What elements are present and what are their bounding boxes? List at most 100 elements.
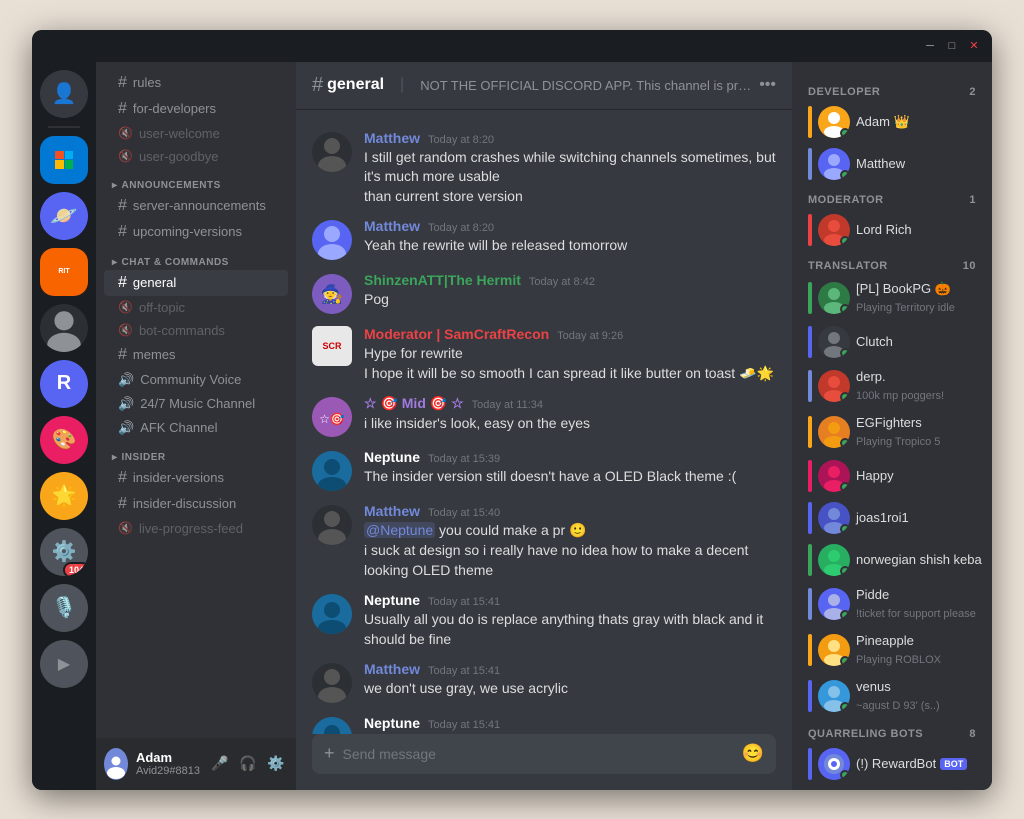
- member-item-lord-rich[interactable]: Lord Rich: [800, 210, 984, 250]
- member-status: ~agust D 93' (s..): [856, 700, 940, 712]
- channel-name-label: live-progress-feed: [139, 521, 243, 536]
- server-icon-mic[interactable]: 🎙️: [40, 584, 88, 632]
- member-item-joas1roi1[interactable]: joas1roi1: [800, 498, 984, 538]
- sidebar-footer: Adam Avid29#8813 🎤 🎧 ⚙️: [96, 738, 296, 790]
- avatar: SCR: [312, 326, 352, 366]
- footer-username: Adam: [136, 750, 200, 765]
- message-header: Neptune Today at 15:39: [364, 449, 776, 465]
- message-group: Matthew Today at 15:40 @Neptune you coul…: [296, 499, 792, 584]
- message-group: Neptune Today at 15:39 The insider versi…: [296, 445, 792, 495]
- avatar: [818, 460, 850, 492]
- footer-discriminator: Avid29#8813: [136, 765, 200, 777]
- member-item-rewardbot[interactable]: (!) RewardBot BOT: [800, 744, 984, 784]
- more-options-icon[interactable]: •••: [759, 76, 776, 94]
- message-author: Matthew: [364, 130, 420, 146]
- hash-icon: #: [312, 74, 323, 97]
- members-category-translator: Translator 10: [800, 252, 984, 276]
- rit-label: RIT: [58, 268, 69, 275]
- message-author: Matthew: [364, 661, 420, 677]
- message-header: Matthew Today at 15:41: [364, 661, 776, 677]
- member-name: Lord Rich: [856, 222, 912, 237]
- footer-user-info: Adam Avid29#8813: [136, 750, 200, 777]
- channel-live-progress-feed[interactable]: 🔇 live-progress-feed: [104, 517, 288, 540]
- channel-community-voice[interactable]: 🔊 Community Voice: [104, 368, 288, 392]
- member-item-derp[interactable]: derp. 100k mp poggers!: [800, 364, 984, 408]
- member-status: Playing ROBLOX: [856, 654, 941, 666]
- server-icon-gear[interactable]: ⚙️ 104: [40, 528, 88, 576]
- channel-off-topic[interactable]: 🔇 off-topic: [104, 296, 288, 319]
- avatar: [312, 594, 352, 634]
- server-divider: [48, 126, 80, 128]
- category-insider: ▸ INSIDER: [96, 448, 296, 465]
- server-icon-colorful[interactable]: 🎨: [40, 416, 88, 464]
- status-indicator: [840, 566, 850, 576]
- server-icon-rit[interactable]: RIT: [40, 248, 88, 296]
- member-name: Matthew: [856, 156, 905, 171]
- server-icon-windows[interactable]: [40, 136, 88, 184]
- message-group: ☆🎯 ☆ 🎯 Mid 🎯 ☆ Today at 11:34 i like ins…: [296, 391, 792, 441]
- message-timestamp: Today at 11:34: [472, 399, 543, 411]
- message-author: Matthew: [364, 503, 420, 519]
- member-name: Adam 👑: [856, 114, 910, 130]
- channel-bot-commands[interactable]: 🔇 bot-commands: [104, 319, 288, 342]
- channel-server-announcements[interactable]: # server-announcements: [104, 193, 288, 219]
- maximize-button[interactable]: □: [946, 40, 958, 52]
- server-icon-arrow[interactable]: ▶: [40, 640, 88, 688]
- attach-icon[interactable]: +: [324, 743, 335, 764]
- chat-input-bar: + 😊: [312, 734, 776, 774]
- server-icon-orbit[interactable]: 🪐: [40, 192, 88, 240]
- channel-name-label: Community Voice: [140, 372, 241, 387]
- avatar: [818, 106, 850, 138]
- deafen-button[interactable]: 🎧: [236, 752, 260, 776]
- message-text: i like insider's look, easy on the eyes: [364, 414, 776, 434]
- avatar: [818, 748, 850, 780]
- server-sidebar: 👤 🪐 RIT: [32, 62, 96, 790]
- member-name: Clutch: [856, 334, 893, 349]
- channel-for-developers[interactable]: # for-developers: [104, 96, 288, 122]
- member-item-happy[interactable]: Happy: [800, 456, 984, 496]
- channel-insider-versions[interactable]: # insider-versions: [104, 465, 288, 491]
- member-item-pineapple[interactable]: Pineapple Playing ROBLOX: [800, 628, 984, 672]
- channel-memes[interactable]: # memes: [104, 342, 288, 368]
- message-input[interactable]: [343, 734, 734, 774]
- close-button[interactable]: ✕: [968, 40, 980, 52]
- mute-button[interactable]: 🎤: [208, 752, 232, 776]
- message-group: Matthew Today at 8:20 Yeah the rewrite w…: [296, 214, 792, 264]
- channel-afk[interactable]: 🔊 AFK Channel: [104, 416, 288, 440]
- message-author: Moderator | SamCraftRecon: [364, 326, 549, 342]
- settings-button[interactable]: ⚙️: [264, 752, 288, 776]
- member-item-norwegian[interactable]: norwegian shish keba: [800, 540, 984, 580]
- app-window: ─ □ ✕ 👤 🪐: [32, 30, 992, 790]
- avatar: [818, 544, 850, 576]
- member-name-area: norwegian shish keba: [856, 551, 976, 569]
- member-item-bookpg[interactable]: [PL] BookPG 🎃 Playing Territory idle: [800, 276, 984, 320]
- member-item-pidde[interactable]: Pidde !ticket for support please: [800, 582, 984, 626]
- main-layout: 👤 🪐 RIT: [32, 62, 992, 790]
- member-item-egfighters[interactable]: EGFighters Playing Tropico 5: [800, 410, 984, 454]
- member-item-venus[interactable]: venus ~agust D 93' (s..): [800, 674, 984, 718]
- status-indicator: [840, 392, 850, 402]
- channel-rules[interactable]: # rules: [104, 70, 288, 96]
- message-content: Matthew Today at 15:41 we don't use gray…: [364, 661, 776, 703]
- server-icon-yellow[interactable]: 🌟: [40, 472, 88, 520]
- server-icon-person[interactable]: [40, 304, 88, 352]
- message-timestamp: Today at 15:41: [428, 596, 500, 608]
- member-item-clutch[interactable]: Clutch: [800, 322, 984, 362]
- user-icon[interactable]: 👤: [40, 70, 88, 118]
- channel-user-goodbye[interactable]: 🔇 user-goodbye: [104, 145, 288, 168]
- chat-input-area: + 😊: [296, 734, 792, 790]
- message-timestamp: Today at 15:41: [428, 665, 500, 677]
- channel-general[interactable]: # general: [104, 270, 288, 296]
- message-header: Matthew Today at 8:20: [364, 130, 776, 146]
- channel-music[interactable]: 🔊 24/7 Music Channel: [104, 392, 288, 416]
- channel-upcoming-versions[interactable]: # upcoming-versions: [104, 219, 288, 245]
- emoji-icon[interactable]: 😊: [742, 743, 764, 764]
- minimize-button[interactable]: ─: [924, 40, 936, 52]
- channel-insider-discussion[interactable]: # insider-discussion: [104, 491, 288, 517]
- member-name: Pineapple: [856, 633, 914, 648]
- member-name: joas1roi1: [856, 510, 909, 525]
- member-item-matthew[interactable]: Matthew: [800, 144, 984, 184]
- channel-user-welcome[interactable]: 🔇 user-welcome: [104, 122, 288, 145]
- server-icon-r[interactable]: R: [40, 360, 88, 408]
- member-item-adam[interactable]: Adam 👑: [800, 102, 984, 142]
